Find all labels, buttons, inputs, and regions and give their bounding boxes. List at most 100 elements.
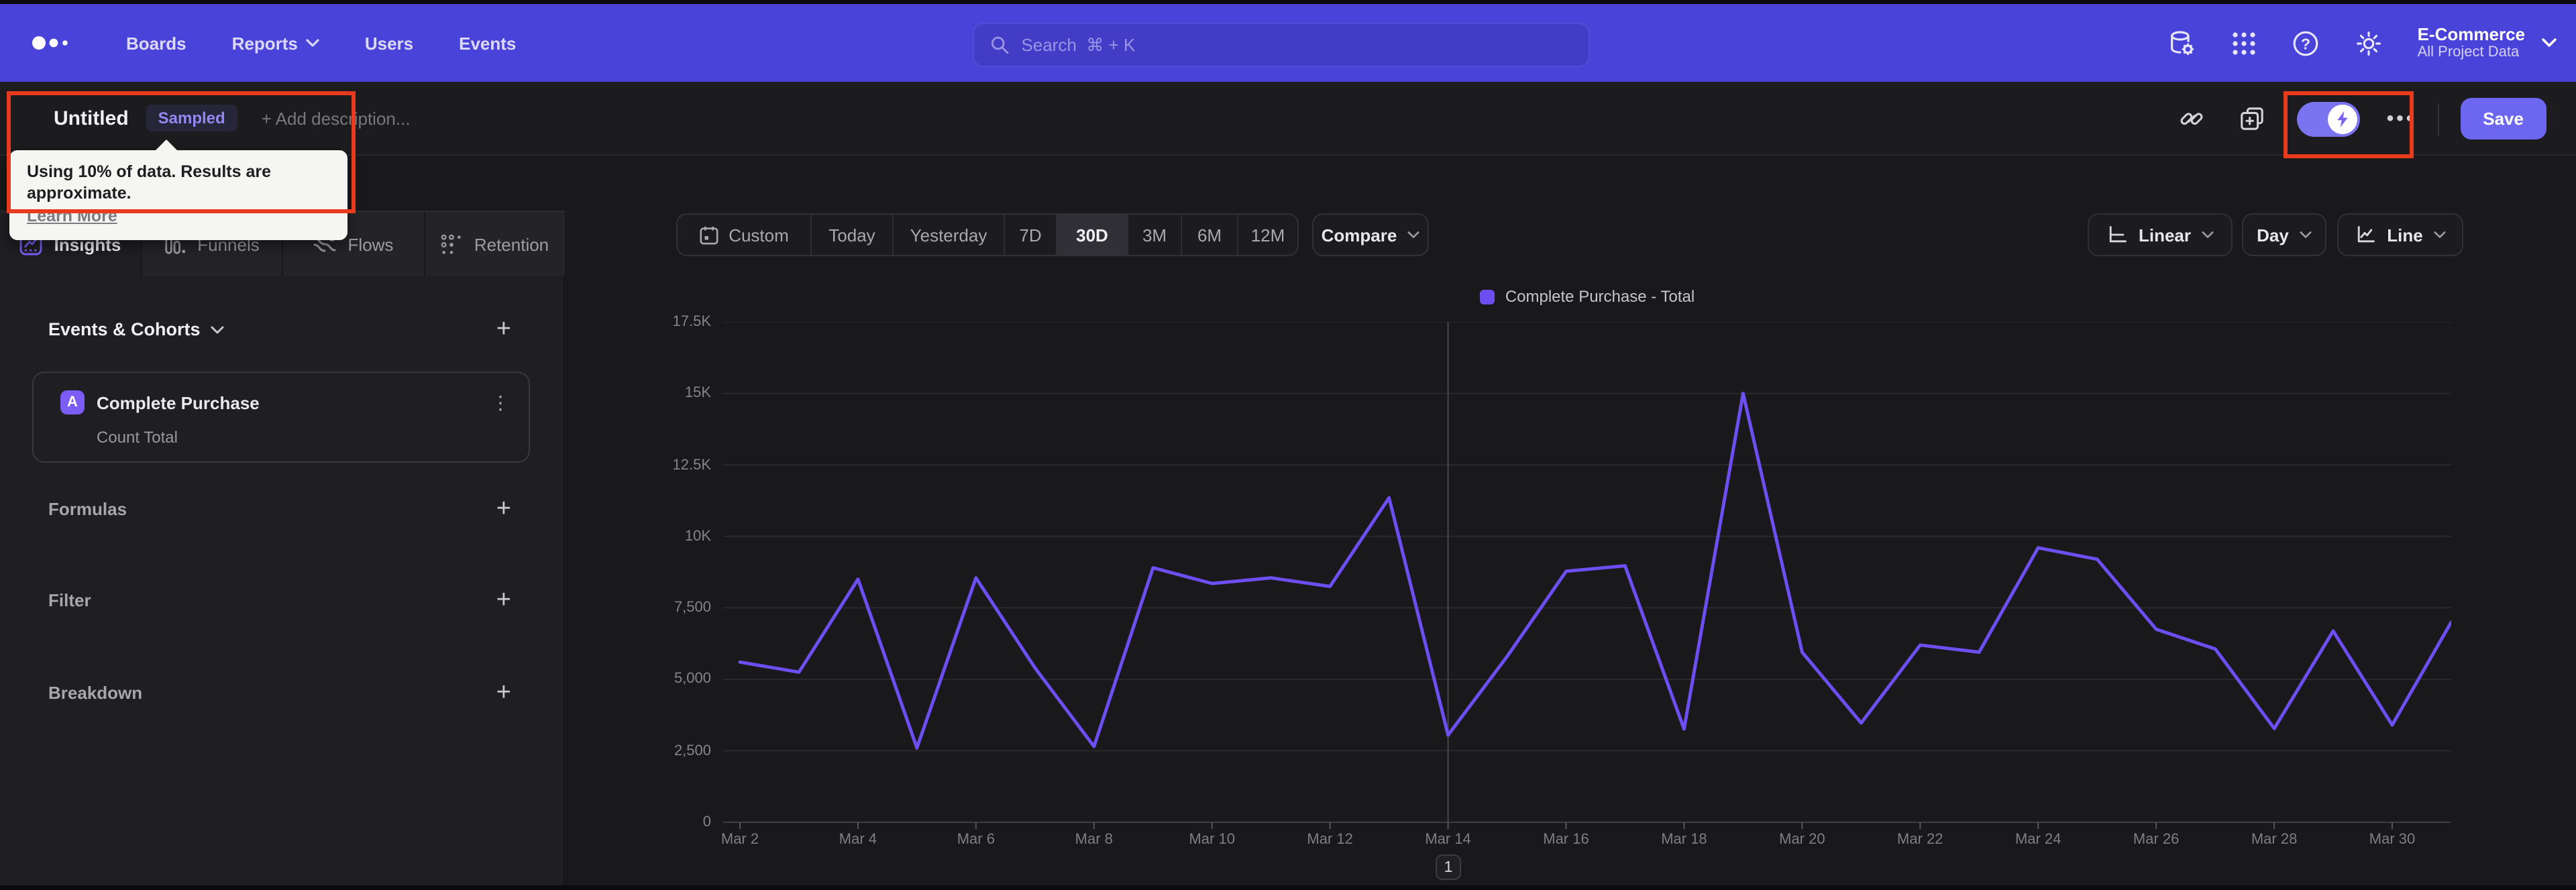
toolbar-actions: ••• Save <box>2179 82 2546 156</box>
query-builder-panel: Events & Cohorts + A Complete Purchase ⋮… <box>0 276 565 885</box>
chart-type-label: Line <box>2387 225 2423 245</box>
nav-links: Boards Reports Users Events <box>126 33 516 53</box>
copy-link-icon[interactable] <box>2179 106 2204 131</box>
add-filter-button[interactable]: + <box>496 588 511 613</box>
apps-grid-icon[interactable] <box>2231 30 2257 56</box>
project-scope: All Project Data <box>2417 44 2520 60</box>
add-breakdown-button[interactable]: + <box>496 680 511 706</box>
pagination-page-button[interactable]: 1 <box>1436 854 1461 880</box>
add-event-button[interactable]: + <box>496 317 511 342</box>
range-3m[interactable]: 3M <box>1127 215 1181 255</box>
event-card-row: A Complete Purchase <box>60 390 260 414</box>
range-label: Custom <box>729 225 789 245</box>
line-chart-icon <box>2358 226 2375 243</box>
add-to-board-icon[interactable] <box>2239 106 2265 131</box>
chevron-down-icon <box>306 39 319 47</box>
range-6m[interactable]: 6M <box>1181 215 1237 255</box>
section-formulas: Formulas + <box>0 496 565 522</box>
learn-more-link[interactable]: Learn More <box>27 207 117 225</box>
report-toolbar: Untitled Sampled + Add description... ••… <box>0 82 2576 156</box>
section-breakdown: Breakdown + <box>0 680 565 706</box>
add-formula-button[interactable]: + <box>496 496 511 522</box>
section-label: Breakdown <box>48 683 143 703</box>
x-axis-tick-label: Mar 30 <box>2369 832 2416 848</box>
y-axis-tick-label: 10K <box>684 528 711 545</box>
data-management-icon[interactable] <box>2168 29 2196 57</box>
event-metric[interactable]: Count Total <box>97 428 178 447</box>
sampling-toggle[interactable] <box>2296 101 2360 136</box>
project-switcher[interactable]: E-Commerce All Project Data <box>2418 24 2557 62</box>
y-axis-tick-label: 15K <box>684 385 711 402</box>
project-name: E-Commerce <box>2417 24 2525 44</box>
range-yesterday[interactable]: Yesterday <box>892 215 1004 255</box>
save-button[interactable]: Save <box>2460 98 2546 140</box>
x-axis-tick-label: Mar 24 <box>2015 832 2061 848</box>
range-label: 7D <box>1019 225 1042 245</box>
range-label: 6M <box>1197 225 1222 245</box>
add-description[interactable]: + Add description... <box>262 108 411 128</box>
x-axis-tick-label: Mar 28 <box>2251 832 2298 848</box>
chart-plot-area[interactable] <box>723 321 2453 832</box>
nav-item-events[interactable]: Events <box>459 33 516 53</box>
legend-label: Complete Purchase - Total <box>1505 287 1695 306</box>
range-12m[interactable]: 12M <box>1237 215 1297 255</box>
search-icon <box>991 36 1009 54</box>
chevron-down-icon <box>211 325 225 333</box>
x-axis-tick-label: Mar 22 <box>1897 832 1943 848</box>
scale-dropdown[interactable]: Linear <box>2088 213 2233 256</box>
x-axis-tick-label: Mar 26 <box>2133 832 2180 848</box>
chart-svg <box>723 321 2453 829</box>
compare-button[interactable]: Compare <box>1312 213 1429 256</box>
help-icon[interactable]: ? <box>2292 29 2320 57</box>
top-nav: Boards Reports Users Events Search ⌘ + K… <box>0 4 2576 82</box>
legend-swatch <box>1479 289 1495 304</box>
nav-item-users[interactable]: Users <box>365 33 413 53</box>
chevron-down-icon <box>2300 231 2312 238</box>
range-label: 30D <box>1076 225 1108 245</box>
chart-type-dropdown[interactable]: Line <box>2337 213 2463 256</box>
events-cohorts-label: Events & Cohorts <box>48 319 201 339</box>
chevron-down-icon <box>1407 231 1419 238</box>
tab-retention[interactable]: Retention <box>423 212 565 276</box>
y-axis-tick-label: 12.5K <box>672 457 712 474</box>
interval-dropdown[interactable]: Day <box>2242 213 2326 256</box>
screen: Boards Reports Users Events Search ⌘ + K… <box>0 0 2576 890</box>
nav-item-reports[interactable]: Reports <box>232 33 319 53</box>
x-axis-tick-label: Mar 4 <box>839 832 877 848</box>
nav-item-boards[interactable]: Boards <box>126 33 186 53</box>
range-label: 3M <box>1142 225 1167 245</box>
tab-label: Flows <box>347 234 394 254</box>
y-axis-tick-label: 0 <box>702 814 711 830</box>
sampling-tooltip-message: Using 10% of data. Results are approxima… <box>27 162 272 203</box>
app-logo[interactable] <box>30 34 75 52</box>
report-title[interactable]: Untitled <box>54 107 129 129</box>
range-7d[interactable]: 7D <box>1004 215 1056 255</box>
events-cohorts-toggle[interactable]: Events & Cohorts <box>48 319 225 339</box>
range-label: 12M <box>1250 225 1285 245</box>
x-axis-tick-label: Mar 20 <box>1779 832 1825 848</box>
toggle-knob <box>2327 104 2357 133</box>
tab-label: Retention <box>474 234 549 254</box>
range-custom[interactable]: Custom <box>678 215 810 255</box>
x-axis-tick-label: Mar 14 <box>1425 832 1471 848</box>
settings-gear-icon[interactable] <box>2355 29 2383 57</box>
x-axis-tick-label: Mar 16 <box>1543 832 1589 848</box>
more-options-icon[interactable]: ••• <box>2387 107 2416 130</box>
mixpanel-dots-icon <box>32 36 68 50</box>
section-filter: Filter + <box>0 588 565 613</box>
x-axis-tick-label: Mar 12 <box>1307 832 1353 848</box>
lightning-icon <box>2337 110 2348 127</box>
event-kebab-menu-icon[interactable]: ⋮ <box>491 390 510 414</box>
sampled-badge[interactable]: Sampled <box>146 105 237 131</box>
search-input[interactable] <box>1021 35 1572 55</box>
linear-scale-icon <box>2109 226 2127 243</box>
nav-item-label: Events <box>459 33 517 53</box>
event-name[interactable]: Complete Purchase <box>97 392 260 412</box>
range-today[interactable]: Today <box>810 215 892 255</box>
event-card[interactable]: A Complete Purchase ⋮ Count Total <box>32 372 530 463</box>
interval-label: Day <box>2257 225 2289 245</box>
x-axis-tick-label: Mar 18 <box>1661 832 1707 848</box>
search-box[interactable] <box>973 23 1590 67</box>
chart-legend[interactable]: Complete Purchase - Total <box>723 287 2451 306</box>
range-30d[interactable]: 30D <box>1056 215 1127 255</box>
